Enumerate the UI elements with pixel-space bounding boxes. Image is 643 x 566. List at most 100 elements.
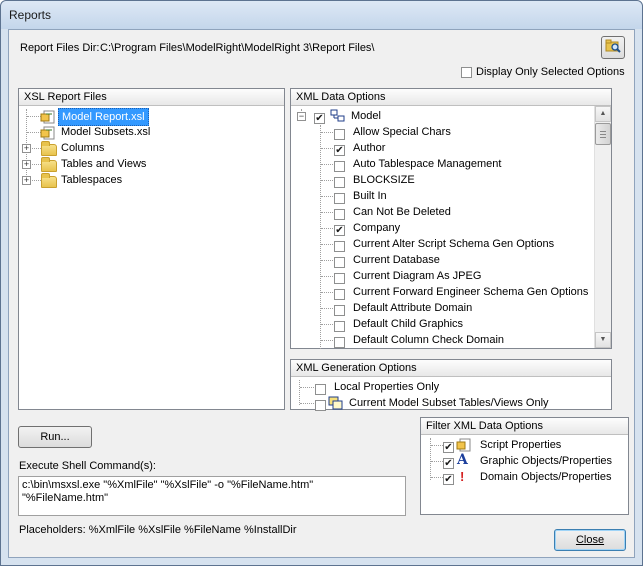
checkbox-box[interactable]: ✔: [334, 224, 345, 236]
graphic-icon: A: [457, 452, 468, 468]
shell-command-textarea[interactable]: c:\bin\msxsl.exe "%XmlFile" "%XslFile" -…: [18, 476, 406, 516]
tree-item-tablespaces[interactable]: + Tablespaces: [19, 172, 284, 189]
checkbox-box[interactable]: [461, 66, 472, 78]
tree-item-columns[interactable]: + Columns: [19, 140, 284, 157]
run-button[interactable]: Run...: [18, 426, 92, 448]
option-label: Default Attribute Domain: [353, 302, 473, 314]
collapse-minus-icon[interactable]: −: [297, 112, 306, 121]
option-label: Current Alter Script Schema Gen Options: [353, 238, 555, 250]
xml-data-option[interactable]: Default Column Check Domain: [291, 332, 594, 348]
folder-icon: [41, 173, 57, 189]
option-label: BLOCKSIZE: [353, 174, 415, 186]
checkbox-box[interactable]: ✔: [334, 144, 345, 156]
checkbox-box[interactable]: ✔: [443, 441, 454, 453]
xml-data-option[interactable]: BLOCKSIZE: [291, 172, 594, 188]
checkbox-box[interactable]: [334, 208, 345, 220]
checkbox-box[interactable]: [334, 176, 345, 188]
xml-gen-option-local-properties[interactable]: Local Properties Only: [291, 379, 611, 395]
xml-data-option[interactable]: Allow Special Chars: [291, 124, 594, 140]
xml-data-option[interactable]: ✔ Company: [291, 220, 594, 236]
xml-gen-panel-header: XML Generation Options: [291, 360, 611, 377]
xml-data-option[interactable]: Current Diagram As JPEG: [291, 268, 594, 284]
close-button[interactable]: Close: [554, 529, 626, 551]
tree-item-label: Columns: [61, 142, 105, 154]
window-title: Reports: [9, 8, 52, 22]
placeholders-label: Placeholders: %XmlFile %XslFile %FileNam…: [19, 524, 297, 536]
option-label: Allow Special Chars: [353, 126, 451, 138]
tree-item-label: Tablespaces: [61, 174, 123, 186]
tree-item-model-subsets[interactable]: Model Subsets.xsl: [19, 124, 284, 140]
option-label: Current Forward Engineer Schema Gen Opti…: [353, 286, 589, 298]
xml-data-option[interactable]: Built In: [291, 188, 594, 204]
xml-data-option[interactable]: Default Child Graphics: [291, 316, 594, 332]
report-dir-value: C:\Program Files\ModelRight\ModelRight 3…: [100, 42, 375, 54]
checkbox-box[interactable]: [334, 272, 345, 284]
scroll-up-arrow-icon[interactable]: ▲: [595, 106, 611, 122]
xml-gen-option-current-subset[interactable]: Current Model Subset Tables/Views Only: [291, 395, 611, 411]
option-label: Current Database: [353, 254, 440, 266]
expand-plus-icon[interactable]: +: [22, 160, 31, 169]
expand-plus-icon[interactable]: +: [22, 176, 31, 185]
xml-data-option[interactable]: Default Attribute Domain: [291, 300, 594, 316]
tree-item-tables-and-views[interactable]: + Tables and Views: [19, 156, 284, 173]
xml-data-option[interactable]: Current Alter Script Schema Gen Options: [291, 236, 594, 252]
checkbox-box[interactable]: [334, 128, 345, 140]
filter-option-graphic-objects[interactable]: ✔ A Graphic Objects/Properties: [421, 453, 628, 469]
folder-search-icon: [605, 39, 621, 53]
checkbox-box[interactable]: ✔: [443, 457, 454, 469]
xml-data-scrollbar[interactable]: ▲ ▼: [594, 106, 611, 348]
xml-data-option[interactable]: ✔ Author: [291, 140, 594, 156]
option-label: Graphic Objects/Properties: [480, 455, 613, 467]
xml-data-option[interactable]: Auto Tablespace Management: [291, 156, 594, 172]
scroll-down-arrow-icon[interactable]: ▼: [595, 332, 611, 348]
folder-icon: [41, 141, 57, 157]
browse-folder-button[interactable]: [601, 36, 625, 59]
checkbox-box[interactable]: [334, 320, 345, 332]
filter-option-domain-objects[interactable]: ✔ ! Domain Objects/Properties: [421, 469, 628, 485]
script-icon: [456, 438, 471, 452]
title-bar[interactable]: Reports: [1, 1, 642, 29]
xsl-panel-header: XSL Report Files: [19, 89, 284, 106]
expand-plus-icon[interactable]: +: [22, 144, 31, 153]
scroll-thumb[interactable]: [595, 123, 611, 145]
tree-item-model-root[interactable]: − ✔ Model: [291, 108, 594, 124]
reports-window: Reports Report Files Dir: C:\Program Fil…: [0, 0, 643, 566]
option-label: Can Not Be Deleted: [353, 206, 451, 218]
shell-command-label: Execute Shell Command(s):: [19, 460, 156, 472]
tree-item-model-report[interactable]: Model Report.xsl: [19, 108, 284, 126]
display-only-selected-label: Display Only Selected Options: [476, 66, 625, 78]
option-label: Default Child Graphics: [353, 318, 464, 330]
checkbox-box[interactable]: [334, 160, 345, 172]
checkbox-box[interactable]: [334, 240, 345, 252]
xml-data-option[interactable]: Current Forward Engineer Schema Gen Opti…: [291, 284, 594, 300]
subset-icon: [328, 396, 343, 410]
xml-data-option[interactable]: Current Database: [291, 252, 594, 268]
xml-data-panel-header: XML Data Options: [291, 89, 611, 106]
xml-data-options-panel: XML Data Options − ✔ Model Allow Special: [290, 88, 612, 349]
option-label: Auto Tablespace Management: [353, 158, 502, 170]
checkbox-box[interactable]: [315, 383, 326, 395]
xsl-file-icon: [40, 110, 55, 124]
dialog-client: Report Files Dir: C:\Program Files\Model…: [8, 29, 635, 558]
xml-data-option[interactable]: Can Not Be Deleted: [291, 204, 594, 220]
checkbox-box[interactable]: [334, 336, 345, 348]
tree-item-label: Tables and Views: [61, 158, 147, 170]
domain-icon: !: [460, 469, 465, 484]
checkbox-box[interactable]: [334, 288, 345, 300]
checkbox-box[interactable]: [334, 192, 345, 204]
filter-xml-data-options-panel: Filter XML Data Options ✔ Script Propert…: [420, 417, 629, 515]
model-checkbox[interactable]: ✔: [314, 112, 325, 124]
report-dir-label: Report Files Dir:: [20, 42, 100, 54]
display-only-selected-checkbox[interactable]: [461, 66, 472, 78]
checkbox-box[interactable]: [334, 304, 345, 316]
filter-panel-header: Filter XML Data Options: [421, 418, 628, 435]
checkbox-box[interactable]: [315, 399, 326, 411]
model-icon: [330, 109, 345, 122]
checkbox-box[interactable]: ✔: [443, 473, 454, 485]
tree-item-label: Model: [351, 110, 381, 122]
checkbox-box[interactable]: [334, 256, 345, 268]
option-label: Author: [353, 142, 386, 154]
filter-option-script-properties[interactable]: ✔ Script Properties: [421, 437, 628, 453]
tree-item-label: Model Subsets.xsl: [61, 126, 151, 138]
option-label: Built In: [353, 190, 387, 202]
